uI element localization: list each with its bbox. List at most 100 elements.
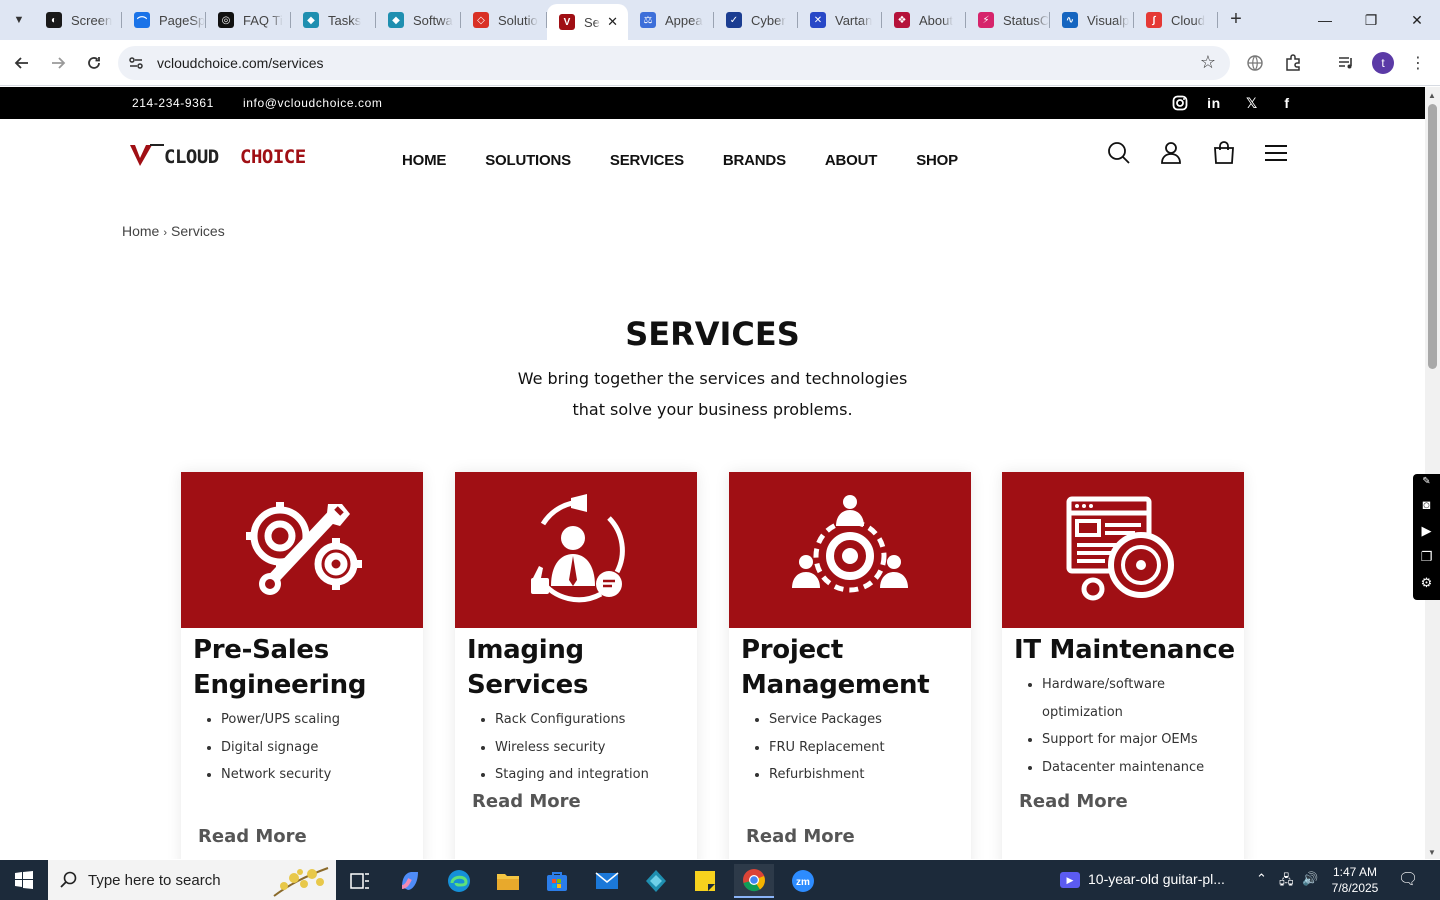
back-button[interactable] <box>8 49 36 77</box>
browser-tab[interactable]: ❖ About <box>882 0 966 40</box>
browser-tab[interactable]: ✓ Cyber <box>714 0 798 40</box>
taskbar-zoom[interactable]: zm <box>783 864 823 898</box>
card-feature-list: Service Packages FRU Replacement Refurbi… <box>769 706 971 789</box>
linkedin-icon[interactable]: in <box>1205 94 1223 112</box>
instagram-icon[interactable] <box>1171 94 1189 112</box>
nav-link-home[interactable]: HOME <box>402 152 446 169</box>
service-card-imaging: Imaging Services Rack Configurations Wir… <box>455 472 697 859</box>
read-more-link[interactable]: Read More <box>472 791 581 812</box>
extensions-icon[interactable] <box>1281 51 1305 75</box>
subtitle-line-1: We bring together the services and techn… <box>517 369 908 388</box>
forward-button[interactable] <box>44 49 72 77</box>
url-text[interactable]: vcloudchoice.com/services <box>157 55 324 71</box>
network-icon[interactable]: 🖧 <box>1279 871 1294 893</box>
close-window-button[interactable]: ✕ <box>1394 0 1440 40</box>
gear-icon[interactable]: ⚙ <box>1413 570 1440 596</box>
browser-tab[interactable]: V Se ✕ <box>547 4 628 40</box>
system-clock[interactable]: 1:47 AM 7/8/2025 <box>1330 864 1380 896</box>
arrow-right-icon <box>52 57 66 69</box>
browser-tab[interactable]: ⌒ PageSp <box>122 0 206 40</box>
tab-favicon-icon: ✓ <box>726 12 742 28</box>
taskbar-store[interactable] <box>537 864 577 898</box>
tab-favicon-icon: ◆ <box>388 12 404 28</box>
arrow-left-icon <box>14 57 28 69</box>
clock-date: 7/8/2025 <box>1331 881 1379 895</box>
list-item: FRU Replacement <box>769 734 971 762</box>
window-capture-icon[interactable]: ❐ <box>1413 544 1440 570</box>
notifications-icon[interactable]: 🗨 <box>1398 869 1418 889</box>
user-account-icon[interactable] <box>1158 140 1184 166</box>
page-scrollbar[interactable]: ▲ ▼ <box>1425 87 1440 859</box>
video-icon[interactable]: ▶ <box>1413 518 1440 544</box>
hamburger-menu-icon[interactable] <box>1263 140 1289 166</box>
taskbar-copilot[interactable] <box>390 864 430 898</box>
facebook-icon[interactable]: f <box>1278 94 1296 112</box>
tab-close-icon[interactable]: ✕ <box>607 14 618 30</box>
taskbar-app-diamond[interactable] <box>636 864 676 898</box>
breadcrumb-home-link[interactable]: Home <box>122 223 159 239</box>
nav-link-shop[interactable]: SHOP <box>916 152 958 169</box>
taskbar-search-placeholder[interactable]: Type here to search <box>88 872 221 889</box>
site-settings-icon[interactable] <box>128 55 144 71</box>
taskbar-chrome[interactable] <box>734 864 774 898</box>
tab-title: Softwa <box>413 12 453 28</box>
profile-avatar[interactable]: t <box>1372 52 1394 74</box>
zoom-icon: zm <box>792 870 814 892</box>
new-tab-button[interactable]: + <box>1224 8 1248 32</box>
taskbar-edge[interactable] <box>439 864 479 898</box>
bookmark-star-icon[interactable]: ☆ <box>1200 52 1216 73</box>
browser-menu-icon[interactable]: ⋮ <box>1406 51 1430 75</box>
nav-link-solutions[interactable]: SOLUTIONS <box>485 152 571 169</box>
browser-tab[interactable]: ⚖ Appea <box>628 0 714 40</box>
minimize-button[interactable]: — <box>1302 0 1348 40</box>
task-view-button[interactable] <box>340 864 380 898</box>
nav-link-services[interactable]: SERVICES <box>610 152 684 169</box>
browser-tab[interactable]: ✕ Vartan <box>798 0 882 40</box>
media-widget[interactable]: ▶ 10-year-old guitar-pl... <box>1060 871 1225 889</box>
nav-link-about[interactable]: ABOUT <box>825 152 878 169</box>
address-bar[interactable]: vcloudchoice.com/services ☆ <box>118 46 1230 80</box>
browser-tab[interactable]: ◆ Tasks <box>291 0 376 40</box>
browser-tab[interactable]: ∫ Cloud <box>1134 0 1218 40</box>
tab-favicon-icon: ∿ <box>1062 12 1078 28</box>
taskbar-sticky-notes[interactable] <box>685 864 725 898</box>
start-button[interactable] <box>0 860 48 900</box>
media-control-icon[interactable] <box>1334 51 1358 75</box>
taskbar-search[interactable]: Type here to search <box>48 860 336 900</box>
show-hidden-icons-icon[interactable]: ⌃ <box>1256 871 1267 887</box>
browser-tab[interactable]: ∿ Visualp <box>1050 0 1134 40</box>
translate-icon[interactable] <box>1243 51 1267 75</box>
subtitle-line-2: that solve your business problems. <box>572 400 853 419</box>
scrollbar-thumb[interactable] <box>1428 104 1437 369</box>
volume-icon[interactable]: 🔊 <box>1302 871 1318 887</box>
reload-button[interactable] <box>80 49 108 77</box>
scroll-down-arrow[interactable]: ▼ <box>1428 848 1436 857</box>
browser-tab[interactable]: ◎ FAQ Ti <box>206 0 291 40</box>
vcloudchoice-logo[interactable]: CLOUD CHOICE <box>130 142 330 168</box>
nav-link-brands[interactable]: BRANDS <box>723 152 786 169</box>
scroll-up-arrow[interactable]: ▲ <box>1428 91 1436 100</box>
taskbar-file-explorer[interactable] <box>488 864 528 898</box>
tab-title: Tasks <box>328 12 362 28</box>
shopping-bag-icon[interactable] <box>1211 140 1237 166</box>
email-address[interactable]: info@vcloudchoice.com <box>243 96 383 110</box>
read-more-link[interactable]: Read More <box>1019 791 1128 812</box>
pin-icon[interactable]: ✎ <box>1413 474 1440 492</box>
list-item: Digital signage <box>221 734 423 762</box>
main-navigation: HOME SOLUTIONS SERVICES BRANDS ABOUT SHOP <box>402 152 997 169</box>
maximize-button[interactable]: ❐ <box>1348 0 1394 40</box>
contact-bar: 214-234-9361 info@vcloudchoice.com in 𝕏 … <box>0 87 1425 119</box>
card-banner <box>729 472 971 628</box>
read-more-link[interactable]: Read More <box>746 826 855 847</box>
browser-tab[interactable]: ◆ Softwa <box>376 0 461 40</box>
browser-tab[interactable]: ◇ Solutio <box>461 0 547 40</box>
read-more-link[interactable]: Read More <box>198 826 307 847</box>
taskbar-mail[interactable] <box>587 864 627 898</box>
browser-tab[interactable]: ◐ Screen <box>34 0 122 40</box>
browser-tab[interactable]: ⚡ StatusC <box>966 0 1050 40</box>
x-twitter-icon[interactable]: 𝕏 <box>1243 94 1261 112</box>
phone-number[interactable]: 214-234-9361 <box>132 96 214 110</box>
search-icon[interactable] <box>1106 140 1132 166</box>
tab-search-button[interactable]: ▼ <box>6 7 32 33</box>
camera-icon[interactable]: ◙ <box>1413 492 1440 518</box>
